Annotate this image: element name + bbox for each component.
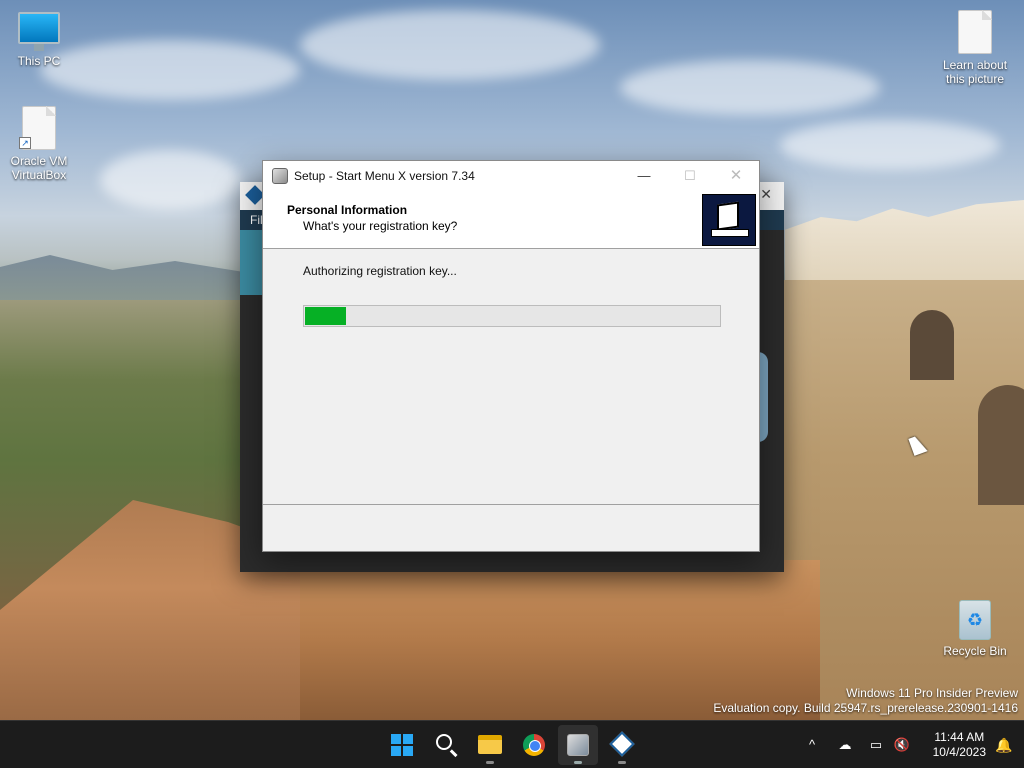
maximize-button[interactable]: ☐ <box>667 161 713 191</box>
taskbar-clock[interactable]: 11:44 AM 10/4/2023 <box>933 730 986 760</box>
chrome-icon <box>523 734 545 756</box>
wizard-body: Authorizing registration key... <box>263 250 759 503</box>
wizard-page-title: Personal Information <box>287 203 408 217</box>
desktop-icon-this-pc[interactable]: This PC <box>1 12 77 68</box>
notification-bell-icon[interactable]: 🔔 <box>994 735 1014 755</box>
recycle-bin-icon: ♻ <box>959 600 991 640</box>
running-indicator <box>574 761 582 764</box>
clock-time: 11:44 AM <box>934 730 985 744</box>
setup-logo-icon <box>702 194 756 246</box>
document-icon <box>958 10 992 54</box>
close-icon[interactable]: ✕ <box>760 186 772 203</box>
virtualbox-toolbar-strip <box>240 230 262 295</box>
watermark-line-2: Evaluation copy. Build 25947.rs_prerelea… <box>713 701 1018 715</box>
taskbar: ^ ☁ ▭ 🔇 11:44 AM 10/4/2023 🔔 <box>0 720 1024 768</box>
taskbar-search-button[interactable] <box>426 725 466 765</box>
virtualbox-icon <box>609 731 635 757</box>
volume-muted-icon[interactable]: 🔇 <box>892 735 912 755</box>
setup-dialog[interactable]: Setup - Start Menu X version 7.34 — ☐ ✕ … <box>262 160 760 552</box>
start-button[interactable] <box>382 725 422 765</box>
dialog-titlebar[interactable]: Setup - Start Menu X version 7.34 — ☐ ✕ <box>263 161 759 191</box>
document-icon: ↗ <box>19 106 56 150</box>
file-explorer-icon <box>478 735 502 754</box>
desktop-icon-recycle-bin[interactable]: ♻ Recycle Bin <box>937 600 1013 658</box>
setup-icon <box>567 734 589 756</box>
status-text: Authorizing registration key... <box>303 264 457 278</box>
network-status-icon[interactable]: ☁ <box>835 735 855 755</box>
running-indicator <box>486 761 494 764</box>
display-icon[interactable]: ▭ <box>866 735 886 755</box>
desktop-icon-label: Oracle VM VirtualBox <box>10 154 68 182</box>
monitor-icon <box>18 12 60 51</box>
taskbar-chrome[interactable] <box>514 725 554 765</box>
progress-bar-fill <box>305 307 346 325</box>
wizard-footer <box>263 505 759 551</box>
taskbar-file-explorer[interactable] <box>470 725 510 765</box>
search-icon <box>436 734 452 750</box>
taskbar-setup[interactable] <box>558 725 598 765</box>
evaluation-watermark: Windows 11 Pro Insider Preview Evaluatio… <box>713 686 1018 716</box>
close-button[interactable]: ✕ <box>713 161 759 191</box>
desktop-icon-learn-about-this-picture[interactable]: Learn about this picture <box>937 10 1013 86</box>
dialog-title: Setup - Start Menu X version 7.34 <box>294 169 475 183</box>
running-indicator <box>618 761 626 764</box>
desktop-icon-oracle-vm-virtualbox[interactable]: ↗ Oracle VM VirtualBox <box>1 106 77 182</box>
wizard-header: Personal Information What's your registr… <box>263 191 759 249</box>
desktop-icon-label: Recycle Bin <box>943 644 1007 658</box>
watermark-line-1: Windows 11 Pro Insider Preview <box>846 686 1018 700</box>
progress-bar <box>303 305 721 327</box>
clock-date: 10/4/2023 <box>932 745 986 759</box>
shortcut-arrow-icon: ↗ <box>19 137 31 149</box>
desktop-icon-label: Learn about this picture <box>942 58 1008 86</box>
start-icon <box>391 734 413 756</box>
taskbar-virtualbox[interactable] <box>602 725 642 765</box>
minimize-button[interactable]: — <box>621 161 667 191</box>
wizard-page-subtitle: What's your registration key? <box>303 219 458 233</box>
desktop-icon-label: This PC <box>17 54 61 68</box>
setup-app-icon <box>272 168 288 184</box>
show-hidden-icons-chevron-icon[interactable]: ^ <box>802 735 822 755</box>
